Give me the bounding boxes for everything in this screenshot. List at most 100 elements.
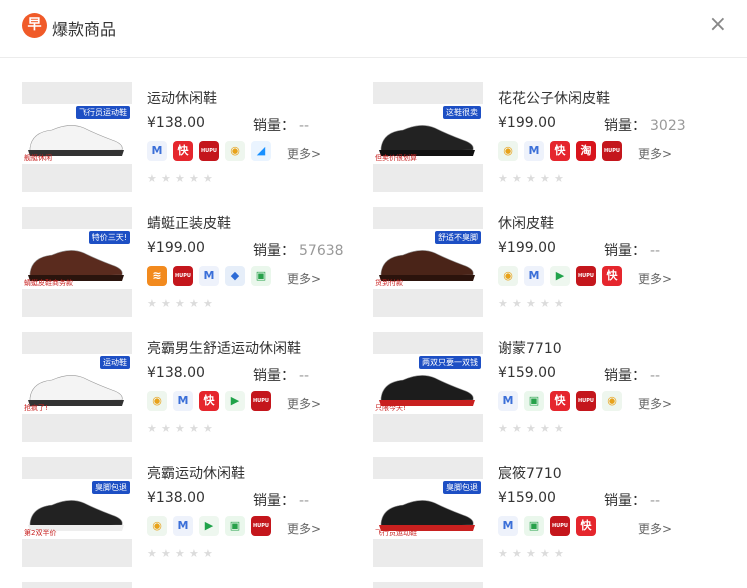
app-icon-h[interactable]: ▣ xyxy=(251,266,271,286)
app-icon-c[interactable]: ◉ xyxy=(498,266,518,286)
product-price: ¥199.00 xyxy=(498,115,556,131)
more-link[interactable]: 更多> xyxy=(638,520,672,537)
product-image: 舒适不臭脚 货到付款 xyxy=(373,229,483,289)
star-icon: ★ xyxy=(526,547,536,560)
product-card[interactable]: 臭脚包退 飞行员运动鞋 宸筱7710 ¥159.00 销量： -- M ▣ HUPU 快更多> ★ ★… xyxy=(373,457,713,567)
product-name[interactable]: 蜻蜓正装皮鞋 xyxy=(147,213,231,233)
more-link[interactable]: 更多> xyxy=(638,270,672,287)
app-icon-i[interactable]: ▶ xyxy=(225,391,245,411)
app-icon-h[interactable]: ▣ xyxy=(524,391,544,411)
product-image: 运动鞋 抢疯了! xyxy=(22,354,132,414)
app-icon-b[interactable]: 快 xyxy=(199,391,219,411)
product-thumbnail[interactable]: 臭脚包退 飞行员运动鞋 xyxy=(373,457,483,567)
product-thumbnail[interactable]: 舒适不臭脚 货到付款 xyxy=(373,207,483,317)
hupu-icon[interactable]: HUPU xyxy=(251,391,271,411)
product-thumbnail-partial xyxy=(373,582,483,588)
sales-value: -- xyxy=(299,493,310,509)
product-card[interactable]: 两双只要一双钱 只限今天! 谢蒙7710 ¥159.00 销量： -- M ▣ 快 HUPU ◉ 更多… xyxy=(373,332,713,442)
product-thumbnail[interactable]: 两双只要一双钱 只限今天! xyxy=(373,332,483,442)
app-icon-b[interactable]: 快 xyxy=(602,266,622,286)
product-thumbnail[interactable]: 这鞋很卖 但卖价很划算 xyxy=(373,82,483,192)
app-icon-c[interactable]: ◉ xyxy=(602,391,622,411)
close-icon[interactable]: × xyxy=(709,12,727,38)
shoe-upper xyxy=(380,375,474,403)
app-icon-a[interactable]: M xyxy=(524,141,544,161)
hupu-icon[interactable]: HUPU xyxy=(576,266,596,286)
app-icon-a[interactable]: M xyxy=(173,516,193,536)
more-link[interactable]: 更多> xyxy=(287,395,321,412)
app-icon-c[interactable]: ◉ xyxy=(147,391,167,411)
star-icon: ★ xyxy=(554,547,564,560)
app-icon-i[interactable]: ▶ xyxy=(199,516,219,536)
app-icon-b[interactable]: 快 xyxy=(550,141,570,161)
star-icon: ★ xyxy=(540,297,550,310)
app-icon-b[interactable]: 快 xyxy=(576,516,596,536)
product-thumbnail[interactable]: 特价三天! 蜻蜓皮鞋商务款 xyxy=(22,207,132,317)
product-card[interactable]: 飞行员运动鞋 舰艇休闲 运动休闲鞋 ¥138.00 销量： -- M 快 HUPU ◉ ◢ 更多> ★ ★… xyxy=(22,82,362,192)
more-link[interactable]: 更多> xyxy=(287,520,321,537)
app-icon-e[interactable]: 淘 xyxy=(576,141,596,161)
product-name[interactable]: 花花公子休闲皮鞋 xyxy=(498,88,610,108)
hot-products-logo-icon: 早 xyxy=(22,13,47,38)
app-icon-a[interactable]: M xyxy=(199,266,219,286)
more-link[interactable]: 更多> xyxy=(287,270,321,287)
star-icon: ★ xyxy=(161,172,171,185)
app-icon-f[interactable]: ≋ xyxy=(147,266,167,286)
product-card[interactable]: 舒适不臭脚 货到付款 休闲皮鞋 ¥199.00 销量： -- ◉ M ▶ HUPU 快更多> ★ ★ ★ ★… xyxy=(373,207,713,317)
product-name[interactable]: 休闲皮鞋 xyxy=(498,213,554,233)
app-icon-g[interactable]: ◆ xyxy=(225,266,245,286)
app-icon-c[interactable]: ◉ xyxy=(225,141,245,161)
star-icon: ★ xyxy=(498,547,508,560)
hupu-icon[interactable]: HUPU xyxy=(251,516,271,536)
product-name[interactable]: 宸筱7710 xyxy=(498,463,562,483)
app-icon-h[interactable]: ▣ xyxy=(225,516,245,536)
product-banner-secondary: 但卖价很划算 xyxy=(375,154,417,162)
shoe-upper xyxy=(380,125,474,153)
product-price: ¥159.00 xyxy=(498,490,556,506)
app-icon-a[interactable]: M xyxy=(173,391,193,411)
star-icon: ★ xyxy=(203,422,213,435)
app-icon-h[interactable]: ▣ xyxy=(524,516,544,536)
product-card[interactable]: 臭脚包退 第2双半价 亮霸运动休闲鞋 ¥138.00 销量： -- ◉ M ▶ ▣ HUPU 更多> ★… xyxy=(22,457,362,567)
app-icon-a[interactable]: M xyxy=(498,391,518,411)
shoe-upper xyxy=(380,500,474,528)
product-card[interactable]: 特价三天! 蜻蜓皮鞋商务款 蜻蜓正装皮鞋 ¥199.00 销量： 57638 ≋ HUPU M ◆… xyxy=(22,207,362,317)
product-name[interactable]: 谢蒙7710 xyxy=(498,338,562,358)
hupu-icon[interactable]: HUPU xyxy=(199,141,219,161)
shoe-upper xyxy=(29,500,123,528)
more-link[interactable]: 更多> xyxy=(638,145,672,162)
sales-value: -- xyxy=(299,118,310,134)
app-icon-c[interactable]: ◉ xyxy=(498,141,518,161)
app-icon-a[interactable]: M xyxy=(498,516,518,536)
more-link[interactable]: 更多> xyxy=(638,395,672,412)
app-icon-a[interactable]: M xyxy=(147,141,167,161)
hupu-icon[interactable]: HUPU xyxy=(173,266,193,286)
app-icon-i[interactable]: ▶ xyxy=(550,266,570,286)
product-name[interactable]: 亮霸运动休闲鞋 xyxy=(147,463,245,483)
star-icon: ★ xyxy=(175,422,185,435)
product-card[interactable]: 这鞋很卖 但卖价很划算 花花公子休闲皮鞋 ¥199.00 销量： 3023 ◉ M 快淘 HUPU… xyxy=(373,82,713,192)
platform-icons: ◉ M 快淘 HUPU xyxy=(498,141,622,161)
hupu-icon[interactable]: HUPU xyxy=(576,391,596,411)
app-icon-c[interactable]: ◉ xyxy=(147,516,167,536)
product-name[interactable]: 运动休闲鞋 xyxy=(147,88,217,108)
app-icon-d[interactable]: ◢ xyxy=(251,141,271,161)
platform-icons: ◉ M ▶ ▣ HUPU xyxy=(147,516,271,536)
sales-label: 销量： xyxy=(253,243,295,259)
hupu-icon[interactable]: HUPU xyxy=(602,141,622,161)
app-icon-b[interactable]: 快 xyxy=(173,141,193,161)
hupu-icon[interactable]: HUPU xyxy=(550,516,570,536)
product-banner-secondary: 第2双半价 xyxy=(24,529,57,537)
product-name[interactable]: 亮霸男生舒适运动休闲鞋 xyxy=(147,338,301,358)
product-card[interactable]: 运动鞋 抢疯了! 亮霸男生舒适运动休闲鞋 ¥138.00 销量： -- ◉ M 快 ▶ HUPU 更多… xyxy=(22,332,362,442)
product-image: 这鞋很卖 但卖价很划算 xyxy=(373,104,483,164)
more-link[interactable]: 更多> xyxy=(287,145,321,162)
star-icon: ★ xyxy=(161,422,171,435)
star-icon: ★ xyxy=(203,547,213,560)
product-thumbnail[interactable]: 运动鞋 抢疯了! xyxy=(22,332,132,442)
product-thumbnail[interactable]: 臭脚包退 第2双半价 xyxy=(22,457,132,567)
app-icon-b[interactable]: 快 xyxy=(550,391,570,411)
sales-value: 57638 xyxy=(299,243,344,259)
product-thumbnail[interactable]: 飞行员运动鞋 舰艇休闲 xyxy=(22,82,132,192)
app-icon-a[interactable]: M xyxy=(524,266,544,286)
